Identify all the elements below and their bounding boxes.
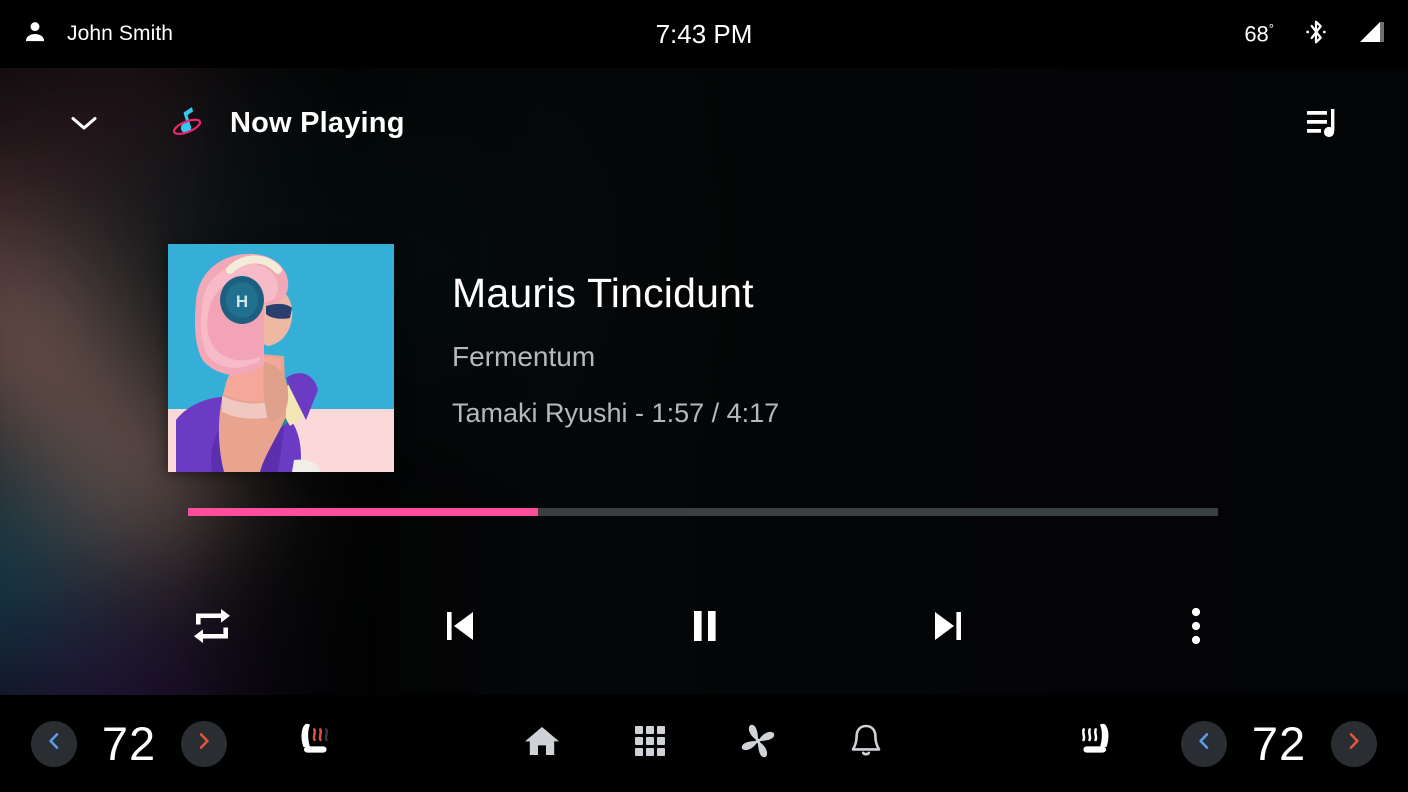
apps-grid-icon [633,724,667,763]
heated-seat-icon [291,719,339,768]
chevron-left-icon [45,731,63,756]
skip-previous-button[interactable] [425,596,495,656]
infotainment-screen: John Smith 7:43 PM 68° Now Playing H Mau… [0,0,1408,792]
skip-next-button[interactable] [913,596,983,656]
page-title: Now Playing [230,106,405,139]
bell-icon [849,722,883,765]
music-note-orbit-icon [166,102,208,144]
driver-temp-increase-button[interactable] [181,720,227,767]
artist-and-time: Tamaki Ryushi - 1:57 / 4:17 [452,398,780,428]
album-art[interactable]: H [168,244,394,472]
progress-bar[interactable] [188,508,1218,516]
passenger-temp-decrease-button[interactable] [1181,720,1227,767]
track-title: Mauris Tincidunt [452,270,754,316]
apps-button[interactable] [622,718,678,770]
bluetooth-icon[interactable] [1303,17,1329,52]
passenger-climate-controls: 72 [1067,716,1408,771]
track-metadata: Mauris Tincidunt Fermentum Tamaki Ryushi… [452,244,779,472]
passenger-temperature-value: 72 [1251,717,1307,770]
driver-temperature-value: 72 [101,717,157,770]
track-info-row: H Mauris Tincidunt Fermentum Tamaki Ryus… [168,244,779,472]
home-icon [523,723,561,764]
progress-fill [188,508,539,516]
driver-heated-seat-button[interactable] [287,718,343,770]
playlist-queue-icon[interactable] [1300,101,1348,145]
more-options-button[interactable] [1161,596,1231,656]
now-playing-header: Now Playing [0,92,1408,154]
driver-temp-decrease-button[interactable] [31,720,77,767]
person-icon [22,19,48,50]
pause-button[interactable] [670,596,740,656]
status-bar-user[interactable]: John Smith [0,19,173,50]
collapse-button[interactable] [62,101,106,145]
media-controls [0,586,1408,666]
chevron-left-icon [1195,731,1213,756]
climate-button[interactable] [730,718,786,770]
passenger-heated-seat-button[interactable] [1067,718,1123,770]
driver-climate-controls: 72 [0,716,343,771]
status-bar: John Smith 7:43 PM 68° [0,0,1408,68]
clock: 7:43 PM [655,18,753,49]
user-name: John Smith [67,22,174,45]
signal-bars-icon[interactable] [1358,19,1386,50]
bottom-nav-bar: 72 72 [0,695,1408,792]
album-name: Fermentum [452,341,596,372]
now-playing-panel: Now Playing H Mauris Tincidunt Fermentum… [0,68,1408,695]
svg-text:H: H [236,292,248,311]
repeat-button[interactable] [177,596,247,656]
outside-temperature: 68° [1244,20,1274,47]
heated-seat-icon [1071,719,1119,768]
fan-icon [737,721,779,766]
chevron-right-icon [1345,731,1363,756]
passenger-temp-increase-button[interactable] [1331,720,1377,767]
status-bar-indicators: 68° [1244,17,1408,52]
notifications-button[interactable] [838,718,894,770]
chevron-right-icon [195,731,213,756]
home-button[interactable] [514,718,570,770]
